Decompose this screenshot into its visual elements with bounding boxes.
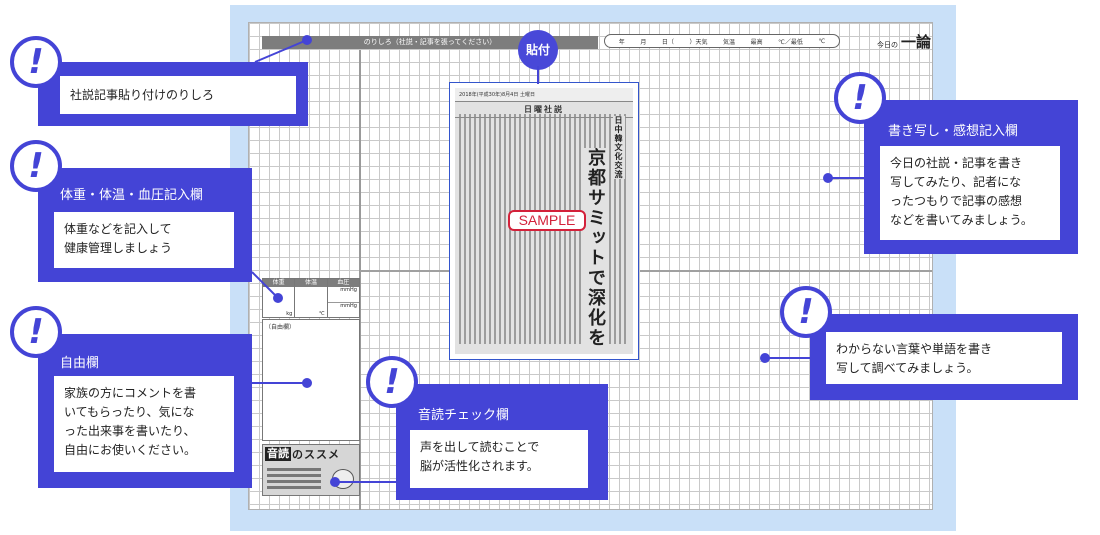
callout-paste-area: 社説記事貼り付けのりしろ (38, 62, 308, 126)
callout-body: 体重などを記入して 健康管理しましょう (54, 212, 234, 268)
callout-body: 社説記事貼り付けのりしろ (60, 76, 296, 114)
callout-word-lookup: わからない言葉や単語を書き 写して調べてみましょう。 (810, 314, 1078, 400)
callout-copy-impressions: 書き写し・感想記入欄 今日の社説・記事を書き 写してみたり、記者にな ったつもり… (864, 100, 1078, 254)
callout-body-line: いてもらったり、気にな (64, 405, 195, 419)
callout-free-notes: 自由欄 家族の方にコメントを書 いてもらったり、気にな った出来事を書いたり、 … (38, 334, 252, 488)
sheet-divider (640, 270, 932, 272)
callout-title: 音読チェック欄 (418, 408, 510, 423)
bp-unit: mmHg (340, 302, 357, 309)
sheet-divider (360, 270, 450, 272)
paste-badge: 貼付 (518, 30, 558, 70)
callout-body-line: 健康管理しましょう (64, 241, 173, 255)
weight-unit: kg (286, 311, 293, 317)
exclamation-icon: ! (780, 286, 832, 338)
temp-unit: ℃ (319, 311, 325, 317)
bp-column: 血圧 mmHg mmHg (327, 279, 359, 317)
callout-title: 自由欄 (60, 356, 100, 371)
health-stats-table: 体重 kg 体温 ℃ 血圧 mmHg mmHg (262, 278, 360, 318)
date-field-label: 日（ (661, 38, 674, 46)
exclamation-icon: ! (10, 36, 62, 88)
callout-body-line: 家族の方にコメントを書 (64, 386, 197, 400)
sample-stamp: SAMPLE (508, 210, 586, 231)
date-field-label: 最高 (750, 38, 763, 46)
date-field-label: ）天気 (689, 38, 708, 46)
callout-body-line: ったつもりで記事の感想 (890, 194, 1023, 208)
callout-body-line: わからない言葉や単語を書き (836, 342, 993, 356)
callout-body: わからない言葉や単語を書き 写して調べてみましょう。 (826, 332, 1062, 384)
exclamation-icon: ! (366, 356, 418, 408)
callout-body-line: 自由にお使いください。 (64, 443, 197, 457)
logo-small-text: 今日の (876, 41, 898, 49)
clipping-headline-small: 日中韓文化交流 (613, 116, 625, 179)
callout-body-line: 脳が活性化されます。 (420, 459, 539, 473)
callout-body-line: 今日の社説・記事を書き (890, 156, 1023, 170)
clipping-headline-big: 京都サミットで深化を (583, 148, 607, 348)
callout-body: 今日の社説・記事を書き 写してみたり、記者にな ったつもりで記事の感想 などを書… (880, 146, 1060, 240)
reading-aloud-box: 音読 のススメ (262, 444, 360, 496)
callout-reading-aloud: 音読チェック欄 声を出して読むことで 脳が活性化されます。 (396, 384, 608, 500)
date-field-label: 月 (640, 38, 647, 46)
callout-body: 声を出して読むことで 脳が活性化されます。 (410, 430, 588, 488)
free-notes-box: （自由欄） (262, 319, 360, 441)
callout-health-stats: 体重・体温・血圧記入欄 体重などを記入して 健康管理しましょう (38, 168, 252, 282)
date-field-label: ℃／最低 (778, 38, 803, 46)
callout-body-line: 写して調べてみましょう。 (836, 361, 979, 375)
callout-body-line: 写してみたり、記者にな (890, 175, 1022, 189)
free-notes-label: （自由欄） (265, 324, 296, 331)
ondoku-title-b: のススメ (292, 448, 340, 461)
callout-body-line: 声を出して読むことで (420, 440, 540, 454)
callout-body-line: った出来事を書いたり、 (64, 424, 196, 438)
weight-header: 体重 (263, 279, 295, 287)
callout-title: 書き写し・感想記入欄 (888, 124, 1019, 139)
exclamation-icon: ! (834, 72, 886, 124)
logo-big-text: 一論 (900, 33, 931, 51)
date-weather-box: 年 月 日（ ）天気 気温 最高 ℃／最低 ℃ (604, 34, 840, 48)
weight-column: 体重 kg (263, 279, 296, 317)
ondoku-title-a: 音読 (265, 447, 291, 461)
date-field-label: 年 (618, 38, 625, 46)
ondoku-checkbox-icon (332, 469, 354, 489)
temp-column: 体温 ℃ (295, 279, 328, 317)
clipping-header: 2018年(平成30年)8月4日 土曜日 (455, 88, 633, 102)
notebook-logo: 今日の 一論 (843, 32, 931, 50)
callout-body-line: 体重などを記入して (64, 222, 172, 236)
exclamation-icon: ! (10, 306, 62, 358)
date-field-label: 気温 (723, 38, 736, 46)
callout-body: 家族の方にコメントを書 いてもらったり、気にな った出来事を書いたり、 自由にお… (54, 376, 234, 472)
callout-body-line: などを書いてみましょう。 (890, 213, 1033, 227)
date-field-label: ℃ (818, 37, 826, 45)
bp-unit: mmHg (327, 287, 359, 303)
callout-title: 体重・体温・血圧記入欄 (60, 188, 204, 203)
callout-body-text: 社説記事貼り付けのりしろ (70, 88, 215, 102)
bp-header: 血圧 (327, 279, 359, 287)
temp-header: 体温 (295, 279, 327, 287)
exclamation-icon: ! (10, 140, 62, 192)
